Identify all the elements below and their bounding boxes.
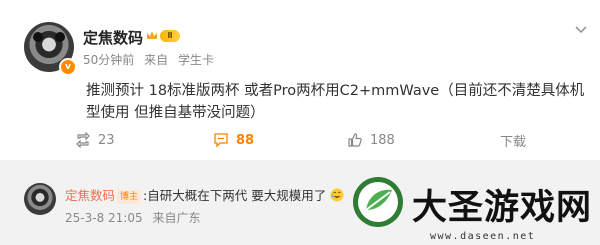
download-button[interactable]: 下载 (500, 128, 526, 152)
watermark-title: 大圣游戏网 (412, 188, 593, 228)
reply-line: 定焦数码 博主:自研大概在下两代 要大规模用了 (65, 185, 344, 204)
post-time: 50分钟前 (83, 53, 135, 67)
level-badge: Ⅱ (160, 30, 180, 42)
reply-meta: 25-3-8 21:05 来自广东 (65, 209, 200, 226)
site-logo-icon (353, 177, 403, 227)
post-meta: 50分钟前 来自 学生卡 (83, 51, 214, 68)
repost-button[interactable]: 23 (75, 128, 115, 152)
thumbs-up-icon (348, 133, 362, 147)
reply-text: :自研大概在下两代 要大规模用了 (143, 188, 327, 203)
post-source-label: 来自 (144, 53, 169, 67)
chevron-down-icon[interactable] (574, 22, 588, 36)
post-client[interactable]: 学生卡 (178, 53, 214, 67)
reply-location: 来自广东 (152, 211, 201, 225)
laugh-emoji-icon (330, 188, 344, 202)
reply-avatar[interactable] (24, 183, 56, 215)
site-watermark: 大圣游戏网 www.daseen.net (350, 176, 600, 245)
comment-button[interactable]: 88 (213, 128, 254, 152)
comment-count: 88 (236, 132, 255, 148)
post-username[interactable]: 定焦数码 (83, 27, 143, 48)
watermark-url: www.daseen.net (430, 231, 536, 242)
verified-badge-icon: v (59, 58, 77, 76)
download-label: 下载 (500, 134, 527, 150)
reply-username[interactable]: 定焦数码 (65, 188, 115, 203)
like-count: 188 (370, 132, 395, 148)
repost-count: 23 (98, 132, 115, 148)
crown-icon (147, 31, 157, 39)
repost-icon (76, 132, 90, 148)
like-button[interactable]: 188 (347, 128, 395, 152)
blogger-tag: 博主 (117, 190, 142, 204)
reply-date: 25-3-8 21:05 (65, 211, 143, 225)
action-bar: 23 88 188 下载 (0, 128, 600, 152)
weibo-post: v 定焦数码 Ⅱ 50分钟前 来自 学生卡 推测预计 18标准版两杯 或者Pro… (0, 0, 600, 160)
post-text: 推测预计 18标准版两杯 或者Pro两杯用C2+mmWave（目前还不清楚具体机… (86, 83, 585, 121)
comment-icon (214, 133, 228, 148)
